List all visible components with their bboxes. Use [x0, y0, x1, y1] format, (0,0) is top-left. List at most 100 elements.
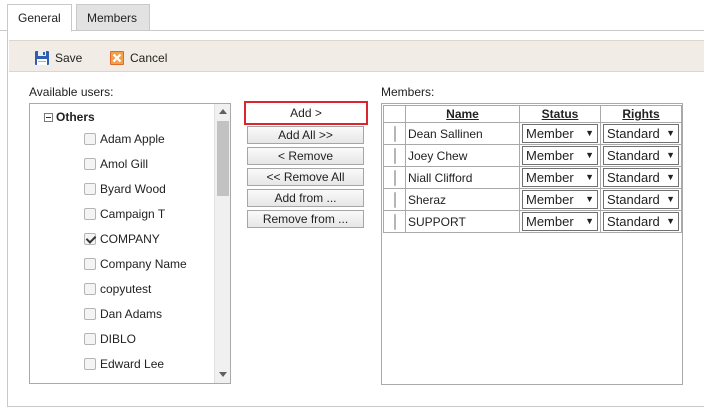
status-select[interactable]: Member ▼ [522, 124, 598, 143]
list-item[interactable]: COMPANY [84, 232, 160, 246]
dropdown-arrow-icon: ▼ [585, 216, 594, 226]
select-all-column [383, 105, 406, 123]
status-cell: Member ▼ [519, 122, 601, 145]
add-from-button[interactable]: Add from ... [247, 189, 364, 207]
list-item[interactable]: Amol Gill [84, 157, 148, 171]
user-checkbox[interactable] [84, 133, 96, 145]
status-select[interactable]: Member ▼ [522, 212, 598, 231]
user-checkbox[interactable] [84, 358, 96, 370]
rights-select[interactable]: Standard ▼ [603, 212, 679, 231]
rights-select[interactable]: Standard ▼ [603, 124, 679, 143]
tab-members[interactable]: Members [76, 4, 150, 31]
row-checkbox-cell [383, 122, 406, 145]
member-name: Niall Clifford [405, 166, 520, 189]
rights-select[interactable]: Standard ▼ [603, 146, 679, 165]
table-header-row: Name Status Rights [383, 105, 682, 123]
user-checkbox[interactable] [84, 233, 96, 245]
user-checkbox[interactable] [84, 158, 96, 170]
row-checkbox[interactable] [393, 191, 396, 208]
user-name: Amol Gill [100, 157, 149, 171]
column-header-status[interactable]: Status [519, 105, 601, 123]
scroll-down-icon[interactable] [219, 372, 227, 377]
user-checkbox[interactable] [84, 283, 96, 295]
scroll-thumb[interactable] [217, 121, 229, 196]
tab-general[interactable]: General [7, 4, 72, 32]
user-checkbox[interactable] [84, 308, 96, 320]
user-checkbox[interactable] [84, 183, 96, 195]
row-checkbox[interactable] [393, 147, 396, 164]
table-row: SUPPORT Member ▼ Standard ▼ [383, 210, 682, 233]
remove-all-button[interactable]: << Remove All [247, 168, 364, 186]
group-others[interactable]: Others [44, 110, 95, 124]
available-users-list[interactable]: Others Adam Apple Amol Gill Byard Wood C… [29, 103, 231, 384]
row-checkbox-cell [383, 166, 406, 189]
column-header-name[interactable]: Name [405, 105, 520, 123]
list-item[interactable]: DIBLO [84, 332, 136, 346]
list-item[interactable]: Company Name [84, 257, 187, 271]
dropdown-arrow-icon: ▼ [666, 128, 675, 138]
dropdown-arrow-icon: ▼ [585, 128, 594, 138]
table-row: Niall Clifford Member ▼ Standard ▼ [383, 166, 682, 189]
status-cell: Member ▼ [519, 166, 601, 189]
column-header-rights[interactable]: Rights [600, 105, 682, 123]
user-name: Dan Adams [100, 307, 163, 321]
toolbar: Save Cancel [9, 40, 704, 72]
user-name: Company Name [100, 257, 187, 271]
list-item[interactable]: Edward Lee [84, 357, 164, 371]
rights-cell: Standard ▼ [600, 144, 682, 167]
user-name: Edward Lee [100, 357, 165, 371]
table-row: Dean Sallinen Member ▼ Standard ▼ [383, 122, 682, 145]
add-button[interactable]: Add > [244, 101, 368, 125]
members-label: Members: [381, 85, 435, 99]
row-checkbox-cell [383, 144, 406, 167]
rights-select[interactable]: Standard ▼ [603, 168, 679, 187]
list-item[interactable]: copyutest [84, 282, 151, 296]
user-name: COMPANY [100, 232, 160, 246]
dropdown-arrow-icon: ▼ [666, 150, 675, 160]
rights-cell: Standard ▼ [600, 210, 682, 233]
row-checkbox[interactable] [393, 169, 396, 186]
user-checkbox[interactable] [84, 258, 96, 270]
user-name: Campaign T [100, 207, 166, 221]
row-checkbox[interactable] [393, 213, 396, 230]
user-checkbox[interactable] [84, 208, 96, 220]
remove-from-button[interactable]: Remove from ... [247, 210, 364, 228]
status-select[interactable]: Member ▼ [522, 168, 598, 187]
save-button[interactable]: Save [34, 49, 82, 67]
row-checkbox-cell [383, 210, 406, 233]
member-name: SUPPORT [405, 210, 520, 233]
members-table: Name Status Rights Dean Sallinen Member ▼… [383, 105, 682, 233]
save-label: Save [55, 51, 83, 65]
list-item[interactable]: Dan Adams [84, 307, 162, 321]
status-cell: Member ▼ [519, 210, 601, 233]
remove-button[interactable]: < Remove [247, 147, 364, 165]
dropdown-arrow-icon: ▼ [666, 216, 675, 226]
user-name: Byard Wood [100, 182, 166, 196]
row-checkbox[interactable] [393, 125, 396, 142]
group-label: Others [56, 110, 95, 124]
rights-select[interactable]: Standard ▼ [603, 190, 679, 209]
list-item[interactable]: Adam Apple [84, 132, 165, 146]
member-name: Dean Sallinen [405, 122, 520, 145]
dropdown-arrow-icon: ▼ [585, 194, 594, 204]
vertical-scrollbar[interactable] [214, 104, 230, 383]
list-item[interactable]: Byard Wood [84, 182, 166, 196]
status-select[interactable]: Member ▼ [522, 190, 598, 209]
list-item[interactable]: Campaign T [84, 207, 165, 221]
user-name: Adam Apple [100, 132, 165, 146]
user-name: DIBLO [100, 332, 137, 346]
minus-box-icon[interactable] [44, 112, 53, 122]
floppy-disk-icon [34, 50, 50, 66]
status-select[interactable]: Member ▼ [522, 146, 598, 165]
dropdown-arrow-icon: ▼ [585, 150, 594, 160]
status-cell: Member ▼ [519, 188, 601, 211]
scroll-up-icon[interactable] [219, 109, 227, 114]
user-checkbox[interactable] [84, 333, 96, 345]
dropdown-arrow-icon: ▼ [666, 172, 675, 182]
available-users-label: Available users: [29, 85, 114, 99]
row-checkbox-cell [383, 188, 406, 211]
cancel-x-icon [109, 50, 125, 66]
cancel-button[interactable]: Cancel [109, 49, 167, 67]
add-all-button[interactable]: Add All >> [247, 126, 364, 144]
cancel-label: Cancel [130, 51, 168, 65]
